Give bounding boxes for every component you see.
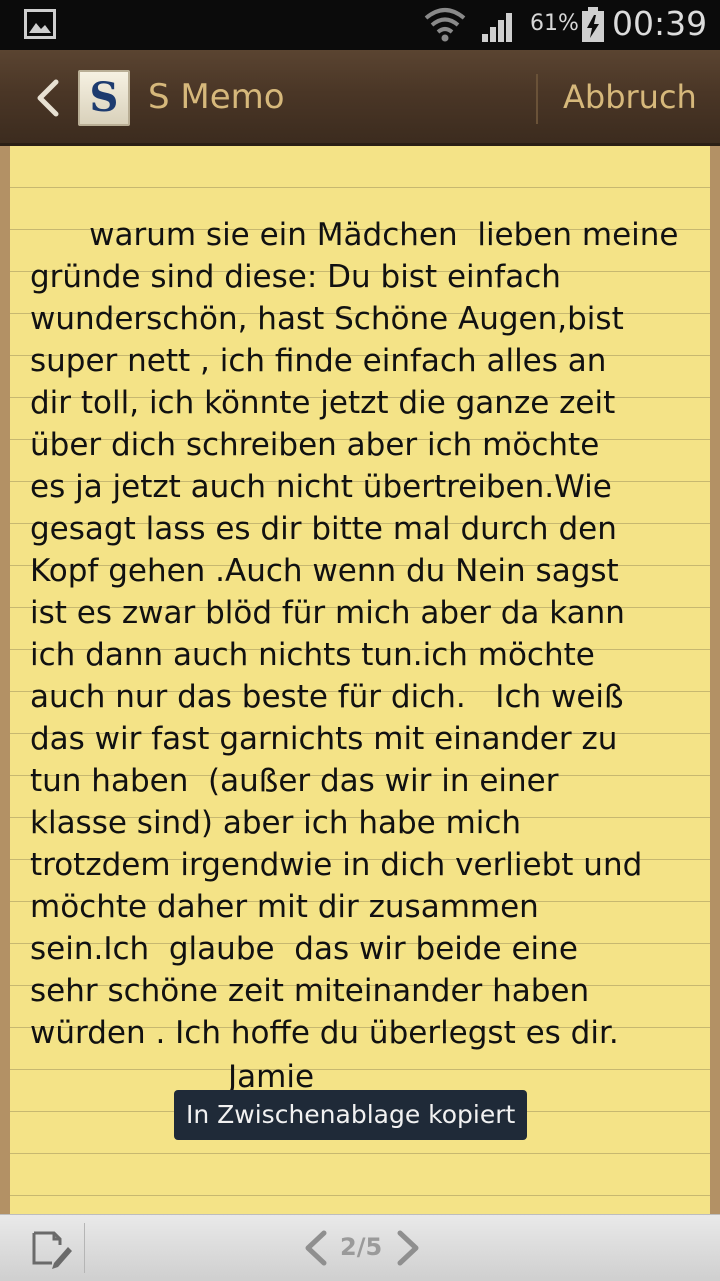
memo-line: warum sie ein Mädchen lieben meine xyxy=(89,217,679,253)
memo-line: möchte daher mit dir zusammen xyxy=(30,889,539,925)
memo-line: Kopf gehen .Auch wenn du Nein sagst xyxy=(30,553,619,589)
memo-line: sehr schöne zeit miteinander haben xyxy=(30,973,590,1009)
edit-memo-icon[interactable] xyxy=(28,1225,74,1271)
signal-icon xyxy=(482,13,512,42)
memo-line: ich dann auch nichts tun.ich möchte xyxy=(30,637,595,673)
app-header: S S Memo Abbruch xyxy=(0,50,720,146)
app-logo: S xyxy=(78,70,130,126)
image-notification-icon xyxy=(24,9,56,39)
memo-line: trotzdem irgendwie in dich verliebt und xyxy=(30,847,643,883)
memo-line: würden . Ich hoffe du überlegst es dir. xyxy=(30,1015,619,1051)
status-bar: 61% 00:39 xyxy=(0,0,720,50)
app-title: S Memo xyxy=(148,77,285,117)
memo-line: gesagt lass es dir bitte mal durch den xyxy=(30,511,617,547)
bottom-toolbar: 2/5 xyxy=(0,1214,720,1281)
prev-page-button[interactable] xyxy=(300,1229,330,1267)
memo-line: tun haben (außer das wir in einer xyxy=(30,763,559,799)
clipboard-toast: In Zwischenablage kopiert xyxy=(174,1090,528,1140)
memo-line: sein.Ich glaube das wir beide eine xyxy=(30,931,578,967)
memo-paper[interactable]: warum sie ein Mädchen lieben meine gründ… xyxy=(10,146,710,1214)
memo-line: auch nur das beste für dich. Ich weiß xyxy=(30,679,624,715)
memo-area: warum sie ein Mädchen lieben meine gründ… xyxy=(0,146,720,1214)
memo-line: wunderschön, hast Schöne Augen,bist xyxy=(30,301,624,337)
memo-line: dir toll, ich könnte jetzt die ganze zei… xyxy=(30,385,616,421)
page-indicator: 2/5 xyxy=(340,1233,383,1261)
battery-percent: 61% xyxy=(530,11,579,36)
header-divider xyxy=(536,74,538,124)
next-page-button[interactable] xyxy=(394,1229,424,1267)
battery-charging-icon xyxy=(582,7,604,42)
memo-line: es ja jetzt auch nicht übertreiben.Wie xyxy=(30,469,612,505)
app-logo-letter: S xyxy=(89,74,119,121)
memo-line: gründe sind diese: Du bist einfach xyxy=(30,259,561,295)
memo-text[interactable]: warum sie ein Mädchen lieben meine gründ… xyxy=(30,172,702,1054)
memo-line: ist es zwar blöd für mich aber da kann xyxy=(30,595,625,631)
memo-line: super nett , ich finde einfach alles an xyxy=(30,343,607,379)
wifi-icon xyxy=(424,8,466,42)
status-clock: 00:39 xyxy=(612,4,708,43)
memo-line: das wir fast garnichts mit einander zu xyxy=(30,721,618,757)
toolbar-divider xyxy=(84,1223,85,1273)
memo-line: klasse sind) aber ich habe mich xyxy=(30,805,522,841)
back-button[interactable] xyxy=(28,70,68,126)
memo-line: über dich schreiben aber ich möchte xyxy=(30,427,600,463)
cancel-button[interactable]: Abbruch xyxy=(563,78,697,116)
